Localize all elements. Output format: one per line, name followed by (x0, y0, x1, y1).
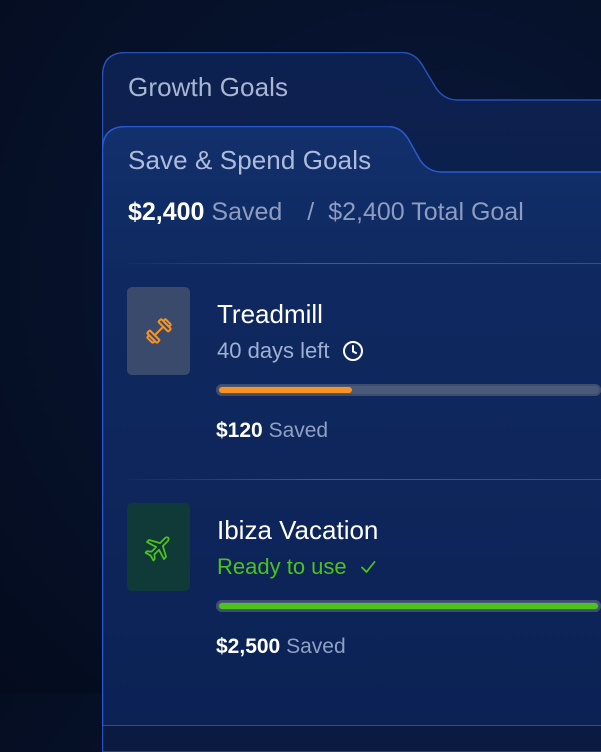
goal-status: Ready to use (217, 554, 377, 580)
goal-saved: $120 Saved (216, 419, 328, 443)
goal-progress-bar (216, 384, 601, 396)
check-icon (360, 561, 376, 573)
goal-progress-bar (216, 600, 601, 612)
goal-icon-box (127, 287, 190, 375)
goal-saved-amount: $120 (216, 419, 263, 442)
growth-goals-title: Growth Goals (128, 72, 289, 102)
clock-icon (342, 341, 363, 361)
goal-name: Treadmill (217, 299, 323, 329)
total-goal-label: Total Goal (411, 198, 524, 226)
goal-status: 40 days left (217, 338, 364, 364)
goal-saved-label: Saved (286, 635, 346, 658)
goal-saved-amount: $2,500 (216, 635, 281, 658)
goal-name: Ibiza Vacation (217, 515, 379, 545)
airplane-icon (144, 536, 170, 562)
goal-card-treadmill[interactable]: Treadmill 40 days left $120 Saved (127, 287, 601, 457)
goal-icon-box (127, 503, 190, 591)
total-saved-label: Saved (211, 198, 283, 226)
goal-progress-fill (219, 603, 598, 609)
total-saved-amount: $2,400 (128, 198, 205, 226)
summary-separator: / (307, 198, 315, 226)
summary-divider (128, 263, 601, 264)
goal-status-text: Ready to use (217, 554, 347, 579)
goal-card-ibiza-vacation[interactable]: Ibiza Vacation Ready to use $2,500 Saved (127, 503, 601, 673)
goal-saved-label: Saved (268, 419, 329, 442)
goals-summary: $2,400 Saved / $2,400 Total Goal (128, 198, 524, 227)
total-goal-amount: $2,400 (328, 198, 405, 226)
dumbbell-icon (145, 318, 172, 344)
goal-progress-fill (219, 387, 352, 393)
save-spend-goals-title: Save & Spend Goals (128, 145, 372, 175)
goal-saved: $2,500 Saved (216, 635, 346, 659)
goal-status-text: 40 days left (217, 338, 330, 363)
goal-divider (128, 479, 601, 480)
